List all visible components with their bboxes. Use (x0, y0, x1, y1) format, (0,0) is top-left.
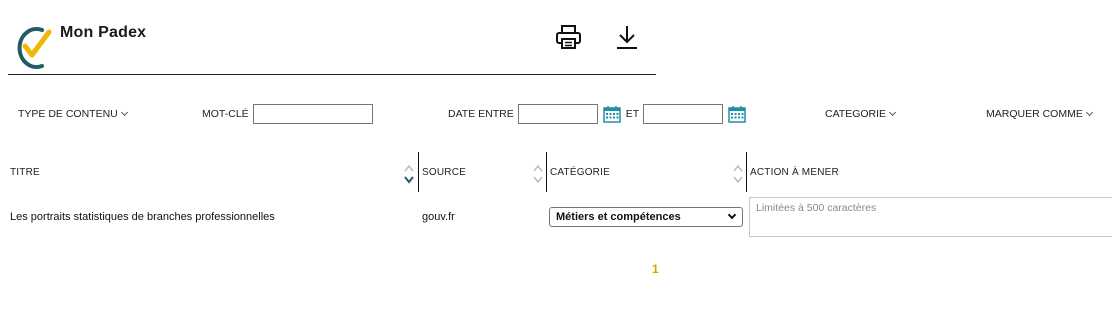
column-header-source[interactable]: SOURCE (422, 152, 466, 192)
action-textarea[interactable]: Limitées à 500 caractères (749, 197, 1112, 237)
column-header-title[interactable]: TITRE (10, 152, 40, 192)
pagination-page-1[interactable]: 1 (652, 262, 659, 276)
category-select[interactable]: Métiers et compétences (549, 207, 743, 227)
category-filter-label: CATEGORIE (825, 108, 887, 120)
printer-icon[interactable] (554, 22, 584, 52)
keyword-label: MOT-CLÉ (202, 108, 249, 120)
category-select-value: Métiers et compétences (556, 211, 681, 223)
column-divider (546, 152, 547, 192)
column-divider (746, 152, 747, 192)
date-filter: DATE ENTRE ET (448, 100, 747, 128)
category-dropdown[interactable]: CATEGORIE (825, 100, 897, 128)
and-label: ET (625, 108, 640, 120)
sort-icon[interactable] (532, 163, 544, 185)
mark-as-label: MARQUER COMME (986, 108, 1083, 120)
column-divider (418, 152, 419, 192)
calendar-icon[interactable] (602, 104, 622, 124)
chevron-down-icon (1085, 108, 1093, 117)
download-icon[interactable] (614, 22, 640, 52)
calendar-icon[interactable] (727, 104, 747, 124)
content-type-dropdown[interactable]: TYPE DE CONTENU (18, 100, 128, 128)
app-title: Mon Padex (60, 24, 147, 41)
page-header: Mon Padex (8, 0, 656, 75)
sort-icon[interactable] (403, 163, 415, 185)
sort-icon[interactable] (732, 163, 744, 185)
check-logo (17, 27, 52, 69)
row-source: gouv.fr (422, 211, 455, 223)
keyword-input[interactable] (252, 104, 373, 124)
chevron-down-icon (120, 108, 128, 117)
date-between-label: DATE ENTRE (448, 108, 514, 120)
content-type-label: TYPE DE CONTENU (18, 108, 118, 120)
chevron-down-icon (727, 210, 737, 220)
date-to-input[interactable] (643, 104, 724, 124)
filters-bar: TYPE DE CONTENU MOT-CLÉ DATE ENTRE ET CA… (0, 100, 1112, 128)
action-placeholder: Limitées à 500 caractères (756, 202, 877, 214)
column-header-category[interactable]: CATÉGORIE (550, 152, 610, 192)
keyword-filter: MOT-CLÉ (202, 100, 373, 128)
chevron-down-icon (889, 108, 897, 117)
mark-as-dropdown[interactable]: MARQUER COMME (986, 100, 1093, 128)
row-title[interactable]: Les portraits statistiques de branches p… (10, 211, 275, 223)
column-header-action[interactable]: ACTION À MENER (750, 152, 839, 192)
date-from-input[interactable] (517, 104, 598, 124)
